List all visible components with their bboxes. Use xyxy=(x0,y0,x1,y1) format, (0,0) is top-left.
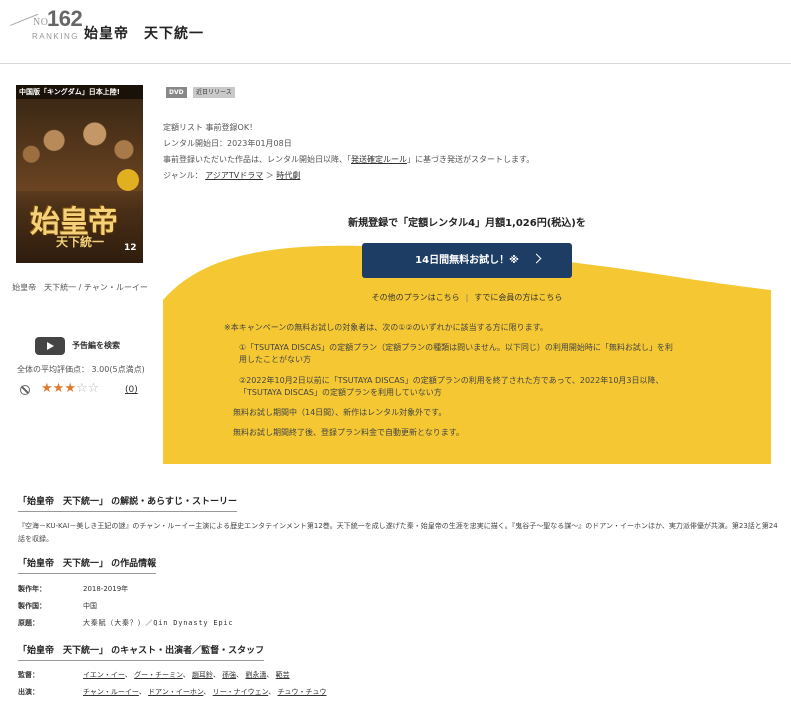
cast-link[interactable]: チュウ・チュウ xyxy=(277,688,326,696)
campaign-note-2b: 「TSUTAYA DISCAS」の定額プランを利用していない方 xyxy=(239,388,442,397)
jacket-caption: 始皇帝 天下統一 / チャン・ルーイー xyxy=(12,283,148,292)
play-icon[interactable] xyxy=(35,337,65,355)
director-link[interactable]: グー・チーミン xyxy=(134,671,183,679)
director-list: イエン・イー、 グー・チーミン、 趙耳鈴、 孫強、 劉永濤、 範芸 xyxy=(83,671,290,679)
cast-link[interactable]: リー・ナイウェン xyxy=(213,688,269,696)
shipping-rule-link[interactable]: 発送確定ルール xyxy=(351,155,407,164)
dvd-jacket-image[interactable]: 中国版「キングダム」日本上陸! 始皇帝 天下統一 12 xyxy=(16,85,143,263)
star-filled-icon[interactable]: ★ xyxy=(64,381,76,396)
page-title: 始皇帝 天下統一 xyxy=(84,26,204,42)
preregister-text: 定額リスト 事前登録OK！ xyxy=(163,123,258,132)
genre-arrow: ＞ xyxy=(265,171,274,180)
rental-start-date: レンタル開始日：2023年01月08日 xyxy=(163,139,292,148)
poster-banner: 中国版「キングダム」日本上陸! xyxy=(16,85,143,99)
star-filled-icon[interactable]: ★ xyxy=(53,381,65,396)
year-label: 製作年： xyxy=(18,585,46,593)
work-info-title: 「始皇帝 天下統一」 の作品情報 xyxy=(18,556,157,574)
free-trial-button[interactable]: 14日間無料お試し！※ xyxy=(362,243,572,278)
star-filled-icon[interactable]: ★ xyxy=(41,381,53,396)
cast-section-title: 「始皇帝 天下統一」 のキャスト・出演者／監督・スタッフ xyxy=(18,643,265,661)
format-badge: DVD xyxy=(166,87,187,98)
poster-badge xyxy=(117,169,139,191)
director-label: 監督： xyxy=(18,671,39,679)
shipping-notice-post: 」に基づき発送がスタートします。 xyxy=(407,155,535,164)
free-trial-button-label: 14日間無料お試し！※ xyxy=(415,255,519,266)
average-rating: 全体の平均評価点： 3.00(5点満点) xyxy=(17,365,145,374)
year-value: 2018-2019年 xyxy=(83,585,129,593)
story-text: 『空海－KU-KAI－美しき王妃の謎』のチャン・ルーイー主演による歴史エンタテイ… xyxy=(18,522,778,543)
genre-line: ジャンル： アジアTVドラマ ＞ 時代劇 xyxy=(163,170,300,181)
campaign-note-3: 無料お試し期間中（14日間）、新作はレンタル対象外です。 xyxy=(233,408,447,417)
director-link[interactable]: 劉永濤 xyxy=(245,671,266,679)
cast-list: チャン・ルーイー、 ドアン・イーホン、 リー・ナイウェン、 チュウ・チュウ xyxy=(83,688,327,696)
poster-volume: 12 xyxy=(124,243,137,253)
not-interested-icon[interactable] xyxy=(20,385,30,395)
link-separator: | xyxy=(465,293,469,302)
review-count-link[interactable]: (0) xyxy=(125,385,138,395)
director-link[interactable]: イエン・イー xyxy=(83,671,125,679)
genre-label: ジャンル： xyxy=(163,171,203,180)
other-plans-link[interactable]: その他のプランはこちら xyxy=(372,293,460,302)
campaign-headline: 新規登録で「定額レンタル4」月額1,026円(税込)を xyxy=(348,218,586,229)
rank-label: RANKING xyxy=(32,32,79,41)
genre-main-link[interactable]: アジアTVドラマ xyxy=(205,171,263,180)
rank-number: 162 xyxy=(47,6,83,31)
star-empty-icon[interactable]: ☆ xyxy=(88,381,100,396)
original-title-value: 大秦賦（大秦？）／Qin Dynasty Epic xyxy=(83,619,234,627)
director-link[interactable]: 趙耳鈴 xyxy=(192,671,213,679)
cast-link[interactable]: チャン・ルーイー xyxy=(83,688,139,696)
original-title-label: 原題： xyxy=(18,619,39,627)
poster-subtitle: 天下統一 xyxy=(56,235,105,249)
cast-link[interactable]: ドアン・イーホン xyxy=(148,688,203,696)
poster-tagline: 中国版「キングダム」日本上陸! xyxy=(19,88,120,96)
release-badge: 近日リリース xyxy=(193,87,235,98)
director-link[interactable]: 孫強 xyxy=(222,671,236,679)
genre-sub-link[interactable]: 時代劇 xyxy=(276,171,300,180)
director-link[interactable]: 範芸 xyxy=(276,671,290,679)
cast-label: 出演： xyxy=(18,688,39,696)
shipping-notice-pre: 事前登録いただいた作品は、レンタル開始日以降、「 xyxy=(163,155,351,164)
member-login-link[interactable]: すでに会員の方はこちら xyxy=(474,293,562,302)
campaign-note-1b: 用したことがない方 xyxy=(239,355,311,364)
star-empty-icon[interactable]: ☆ xyxy=(76,381,88,396)
page-header: NO. 162 RANKING 始皇帝 天下統一 xyxy=(0,0,791,64)
plan-links: その他のプランはこちら | すでに会員の方はこちら xyxy=(163,292,771,303)
story-section-title: 「始皇帝 天下統一」 の解説・あらすじ・ストーリー xyxy=(18,494,237,512)
trailer-search-link[interactable]: 予告編を検索 xyxy=(72,340,120,351)
rating-stars[interactable]: ★★★☆☆ xyxy=(41,381,99,396)
shipping-notice: 事前登録いただいた作品は、レンタル開始日以降、「発送確定ルール」に基づき発送がス… xyxy=(163,154,534,165)
country-label: 製作国： xyxy=(18,602,46,610)
campaign-note-4: 無料お試し期間終了後、登録プラン料金で自動更新となります。 xyxy=(233,428,464,437)
country-value: 中国 xyxy=(83,602,97,610)
campaign-note-main: ※本キャンペーンの無料お試しの対象者は、次の①②のいずれかに該当する方に限ります… xyxy=(224,323,548,332)
